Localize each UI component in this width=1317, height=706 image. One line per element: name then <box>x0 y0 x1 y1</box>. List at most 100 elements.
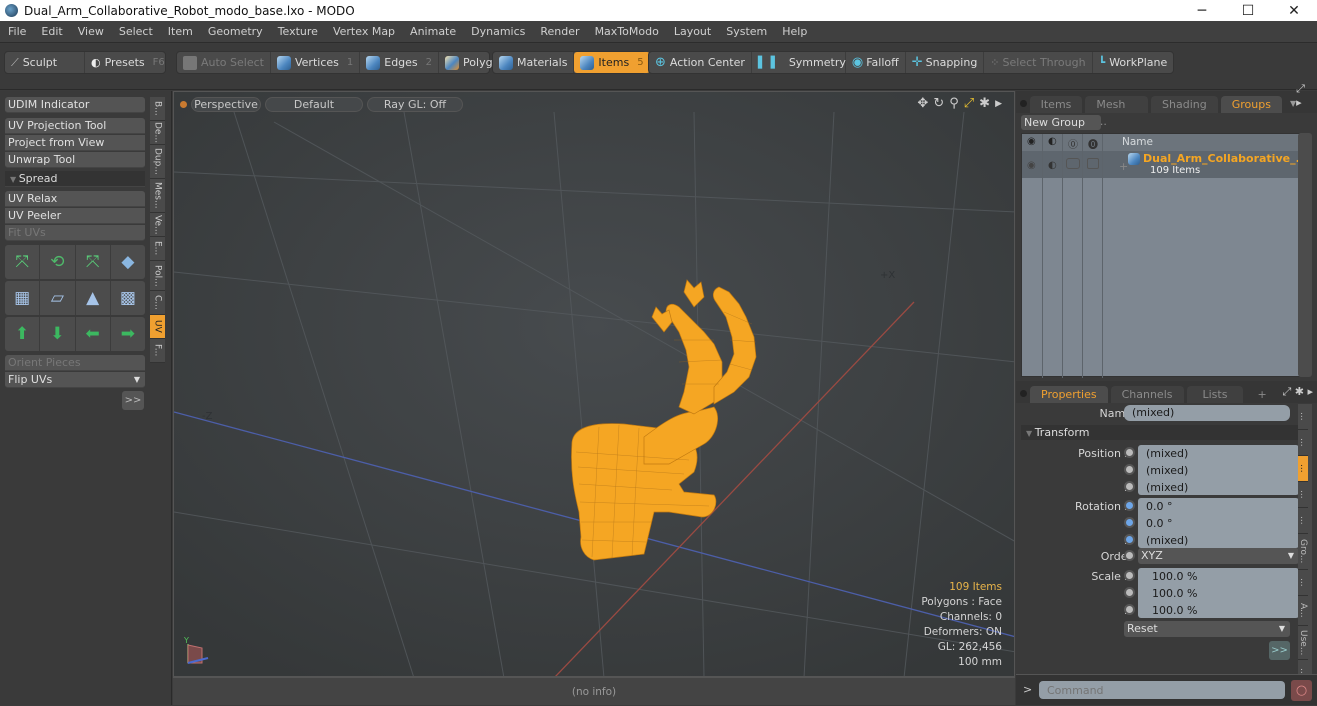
rotation-z-anim-toggle[interactable] <box>1124 534 1135 545</box>
panel-expand-icon[interactable]: ⤢ ▸ <box>1296 82 1317 109</box>
position-y-field[interactable]: (mixed) <box>1146 464 1188 477</box>
viewport-menu-dot-icon[interactable] <box>180 100 187 108</box>
vtab-edge[interactable]: E... <box>150 237 165 261</box>
menu-vertex-map[interactable]: Vertex Map <box>325 25 402 38</box>
presets-button[interactable]: ◐ Presets F6 <box>85 52 165 73</box>
side-tab-3-active[interactable]: ... <box>1298 456 1308 482</box>
side-tab-5[interactable]: ... <box>1298 508 1308 534</box>
uv-sphere-map-icon[interactable]: ▩ <box>111 281 145 315</box>
position-y-anim-toggle[interactable] <box>1124 464 1135 475</box>
vertices-button[interactable]: Vertices 1 <box>271 52 361 73</box>
menu-file[interactable]: File <box>0 25 33 38</box>
properties-more-button[interactable]: >> <box>1269 641 1290 660</box>
symmetry-button[interactable]: ▌▐ Symmetry <box>752 52 846 73</box>
side-tab-7[interactable]: ... <box>1298 570 1308 596</box>
position-x-anim-toggle[interactable] <box>1124 447 1135 458</box>
name-field[interactable]: (mixed) <box>1124 405 1290 421</box>
workplane-button[interactable]: ┗ WorkPlane <box>1093 52 1174 73</box>
select-through-button[interactable]: ⁘ Select Through <box>984 52 1093 73</box>
edges-button[interactable]: Edges 2 <box>360 52 440 73</box>
rotation-y-anim-toggle[interactable] <box>1124 517 1135 528</box>
project-from-view-button[interactable]: Project from View <box>5 135 145 151</box>
side-tab-2[interactable]: ... <box>1298 430 1308 456</box>
rotation-z-field[interactable]: (mixed) <box>1146 534 1188 547</box>
sculpt-button[interactable]: ⟋ Sculpt <box>5 52 85 73</box>
falloff-button[interactable]: ◉ Falloff <box>846 52 906 73</box>
menu-animate[interactable]: Animate <box>402 25 463 38</box>
tab-items[interactable]: Items <box>1029 96 1083 113</box>
snapping-button[interactable]: ✛ Snapping <box>906 52 985 73</box>
uv-projection-tool-button[interactable]: UV Projection Tool <box>5 118 145 134</box>
menu-item[interactable]: Item <box>160 25 200 38</box>
vtab-uv[interactable]: UV <box>150 315 165 339</box>
menu-edit[interactable]: Edit <box>33 25 69 38</box>
minimize-button[interactable]: ─ <box>1179 0 1225 21</box>
auto-select-button[interactable]: Auto Select <box>177 52 271 73</box>
name-column-header[interactable]: Name <box>1122 136 1153 148</box>
side-tab-4[interactable]: ... <box>1298 482 1308 508</box>
fit-uvs-button[interactable]: Fit UVs <box>5 225 145 241</box>
tab-shading[interactable]: Shading <box>1151 96 1218 113</box>
view-mode-dropdown[interactable]: Perspective <box>191 96 261 112</box>
row-lock-checkbox[interactable] <box>1066 158 1080 169</box>
scale-y-anim-toggle[interactable] <box>1124 587 1135 598</box>
side-tab-user[interactable]: Use... <box>1298 626 1308 660</box>
lock-toggle-icon[interactable]: ⓪ <box>1068 136 1078 151</box>
rotation-x-anim-toggle[interactable] <box>1124 500 1135 511</box>
vtab-duplicate[interactable]: Dup... <box>150 145 165 179</box>
menu-dynamics[interactable]: Dynamics <box>463 25 532 38</box>
vtab-polygon[interactable]: Pol... <box>150 261 165 291</box>
scale-x-anim-toggle[interactable] <box>1124 570 1135 581</box>
menu-system[interactable]: System <box>718 25 774 38</box>
row-visibility-eye-icon[interactable]: ◉ <box>1027 160 1036 171</box>
select-toggle-icon[interactable]: ⓿ <box>1088 136 1098 151</box>
groups-scrollbar[interactable] <box>1298 133 1312 377</box>
rotation-x-field[interactable]: 0.0 ° <box>1146 500 1173 513</box>
maximize-button[interactable]: ☐ <box>1225 0 1271 21</box>
items-button[interactable]: Items 5 <box>574 52 650 73</box>
properties-menu-dot-icon[interactable] <box>1020 390 1027 397</box>
tab-channels[interactable]: Channels <box>1110 386 1184 403</box>
vtab-basic[interactable]: B... <box>150 97 165 121</box>
menu-layout[interactable]: Layout <box>666 25 718 38</box>
uv-relax-button[interactable]: UV Relax <box>5 191 145 207</box>
orient-pieces-button[interactable]: Orient Pieces <box>5 355 145 371</box>
vtab-curves[interactable]: C... <box>150 291 165 315</box>
scale-x-field[interactable]: 100.0 % <box>1152 570 1197 583</box>
panel-menu-dot-icon[interactable] <box>1020 100 1027 107</box>
side-tab-1[interactable]: ... <box>1298 404 1308 430</box>
add-tab-button[interactable]: + <box>1246 386 1277 403</box>
menu-render[interactable]: Render <box>532 25 586 38</box>
vtab-vertex[interactable]: Ve... <box>150 213 165 237</box>
order-anim-toggle[interactable] <box>1124 550 1135 561</box>
tab-mesh[interactable]: Mesh ... <box>1085 96 1149 128</box>
reset-dropdown[interactable]: Reset ▼ <box>1124 621 1290 637</box>
vtab-fusion[interactable]: F... <box>150 339 165 363</box>
zoom-view-icon[interactable]: ⚲ <box>949 96 959 112</box>
flip-uvs-dropdown[interactable]: Flip UVs ▼ <box>5 372 145 388</box>
pan-icon[interactable]: ✥ <box>917 96 928 112</box>
menu-geometry[interactable]: Geometry <box>200 25 270 38</box>
raygl-toggle[interactable]: Ray GL: Off <box>367 96 463 112</box>
side-tab-assembly[interactable]: A... <box>1298 596 1308 626</box>
viewport-more-arrow-icon[interactable]: ▶ <box>995 96 1002 112</box>
rotation-y-field[interactable]: 0.0 ° <box>1146 517 1173 530</box>
render-toggle-icon[interactable]: ◐ <box>1048 136 1057 147</box>
uv-rotate-tool-icon[interactable]: ⟲ <box>40 245 76 279</box>
align-left-icon[interactable]: ⬅ <box>76 317 111 351</box>
close-button[interactable]: ✕ <box>1271 0 1317 21</box>
tab-groups[interactable]: Groups <box>1220 96 1282 113</box>
tab-properties[interactable]: Properties <box>1030 386 1108 403</box>
properties-expand-gear-icon[interactable]: ⤢ ✱ ▸ <box>1282 385 1317 399</box>
position-x-field[interactable]: (mixed) <box>1146 447 1188 460</box>
uv-planar-map-icon[interactable]: ▱ <box>40 281 76 315</box>
menu-select[interactable]: Select <box>111 25 160 38</box>
position-z-anim-toggle[interactable] <box>1124 481 1135 492</box>
shading-mode-dropdown[interactable]: Default <box>265 96 363 112</box>
uv-perspective-map-icon[interactable]: ▲ <box>76 281 111 315</box>
materials-button[interactable]: Materials <box>493 52 575 73</box>
expand-plus-icon[interactable]: + <box>1119 160 1128 173</box>
align-down-icon[interactable]: ⬇ <box>40 317 76 351</box>
vtab-deform[interactable]: De... <box>150 121 165 145</box>
visibility-eye-icon[interactable]: ◉ <box>1027 136 1036 147</box>
